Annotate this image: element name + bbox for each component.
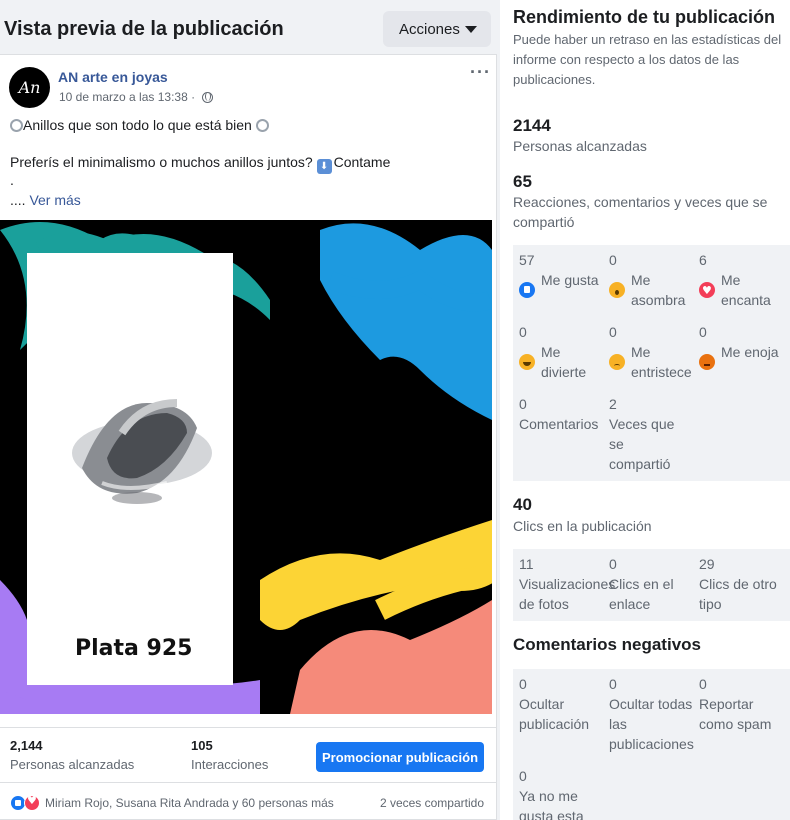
- see-more-link[interactable]: Ver más: [29, 192, 80, 208]
- post-timestamp[interactable]: 10 de marzo a las 13:38 ·: [59, 90, 214, 104]
- page-name-link[interactable]: AN arte en joyas: [58, 69, 168, 85]
- product-caption: Plata 925: [75, 636, 193, 661]
- love-icon: [699, 281, 715, 301]
- interactions-value: 105: [191, 738, 213, 753]
- angry-icon: [699, 354, 715, 370]
- performance-subtitle: Puede haber un retraso en las estadístic…: [513, 32, 782, 87]
- post-preview-panel: Vista previa de la publicación Acciones …: [0, 0, 500, 820]
- hide-post-stat: 0 Ocultar publicación: [519, 676, 590, 732]
- post-text-line-3: .: [10, 172, 14, 188]
- love-icon: [24, 794, 40, 811]
- clicks-breakdown: 11 Visualizaciones de fotos 0 Clics en e…: [513, 549, 790, 621]
- haha-icon: [519, 354, 535, 370]
- caret-down-icon: [465, 26, 477, 33]
- shares-count[interactable]: 2 veces compartido: [380, 796, 484, 810]
- reach-total-value: 2144: [513, 116, 551, 135]
- post-text-line-4: .... Ver más: [10, 192, 81, 208]
- engagement-value: 65: [513, 172, 532, 191]
- post-text-line-2: Preferís el minimalismo o muchos anillos…: [10, 154, 391, 174]
- globe-icon: [202, 92, 214, 103]
- promote-post-button[interactable]: Promocionar publicación: [316, 742, 484, 772]
- more-options-icon[interactable]: ···: [470, 63, 491, 81]
- ring-icon: [255, 119, 269, 132]
- likers-text[interactable]: Miriam Rojo, Susana Rita Andrada y 60 pe…: [45, 796, 334, 810]
- like-icon: [519, 282, 535, 298]
- reaction-love: 6 Me encanta: [699, 250, 787, 310]
- clicks-value: 40: [513, 495, 532, 514]
- other-clicks-stat: 29 Clics de otro tipo: [699, 556, 777, 612]
- reach-value: 2,144: [10, 738, 43, 753]
- ring-icon: [10, 119, 23, 132]
- reaction-haha: 0 Me divierte: [519, 324, 587, 380]
- unlike-page-stat: 0 Ya no me gusta esta: [519, 768, 584, 820]
- preview-title: Vista previa de la publicación: [4, 18, 284, 40]
- post-image[interactable]: Plata 925: [0, 220, 492, 714]
- reaction-like: 57 Me gusta: [519, 250, 607, 298]
- actions-label: Acciones: [399, 20, 460, 38]
- arrow-down-icon: ⬇: [316, 159, 332, 174]
- post-stats-row: 2,144 Personas alcanzadas 105 Interaccio…: [0, 727, 497, 782]
- hide-all-posts-stat: 0 Ocultar todas las publicaciones: [609, 676, 694, 752]
- reach-label: Personas alcanzadas: [10, 757, 135, 772]
- preview-header: Vista previa de la publicación Acciones: [0, 0, 500, 54]
- sad-icon: [609, 354, 625, 370]
- product-card: Plata 925: [27, 253, 233, 685]
- clicks-label: Clics en la publicación: [513, 518, 652, 534]
- reaction-sad: 0 Me entristece: [609, 324, 692, 380]
- interactions-label: Interacciones: [191, 757, 269, 772]
- shares-stat: 2 Veces que se compartió: [609, 396, 675, 472]
- reaction-wow: 0 Me asombra: [609, 252, 686, 308]
- post-card: An AN arte en joyas 10 de marzo a las 13…: [0, 54, 497, 820]
- engagement-label: Reacciones, comentarios y veces que se c…: [513, 194, 768, 230]
- negative-feedback-title: Comentarios negativos: [513, 635, 701, 654]
- post-text-line-1: Anillos que son todo lo que está bien: [10, 117, 269, 133]
- reaction-angry: 0 Me enoja: [699, 322, 787, 370]
- wow-icon: [609, 282, 625, 298]
- comments-stat: 0 Comentarios: [519, 396, 599, 432]
- silver-ring-graphic: [72, 399, 212, 504]
- actions-button[interactable]: Acciones: [383, 11, 491, 47]
- reaction-icons[interactable]: [10, 794, 44, 811]
- avatar[interactable]: An: [9, 67, 50, 108]
- photo-views-stat: 11 Visualizaciones de fotos: [519, 556, 616, 612]
- negative-feedback-breakdown: 0 Ocultar publicación 0 Ocultar todas la…: [513, 669, 790, 820]
- report-spam-stat: 0 Reportar como spam: [699, 676, 772, 732]
- reactions-breakdown: 57 Me gusta 0 Me asombra 6 Me encanta 0 …: [513, 245, 790, 481]
- performance-panel: Rendimiento de tu publicación Puede habe…: [500, 0, 790, 820]
- reactions-summary-row: Miriam Rojo, Susana Rita Andrada y 60 pe…: [0, 782, 497, 820]
- link-clicks-stat: 0 Clics en el enlace: [609, 556, 674, 612]
- performance-title: Rendimiento de tu publicación: [513, 7, 776, 27]
- reach-total-label: Personas alcanzadas: [513, 138, 647, 154]
